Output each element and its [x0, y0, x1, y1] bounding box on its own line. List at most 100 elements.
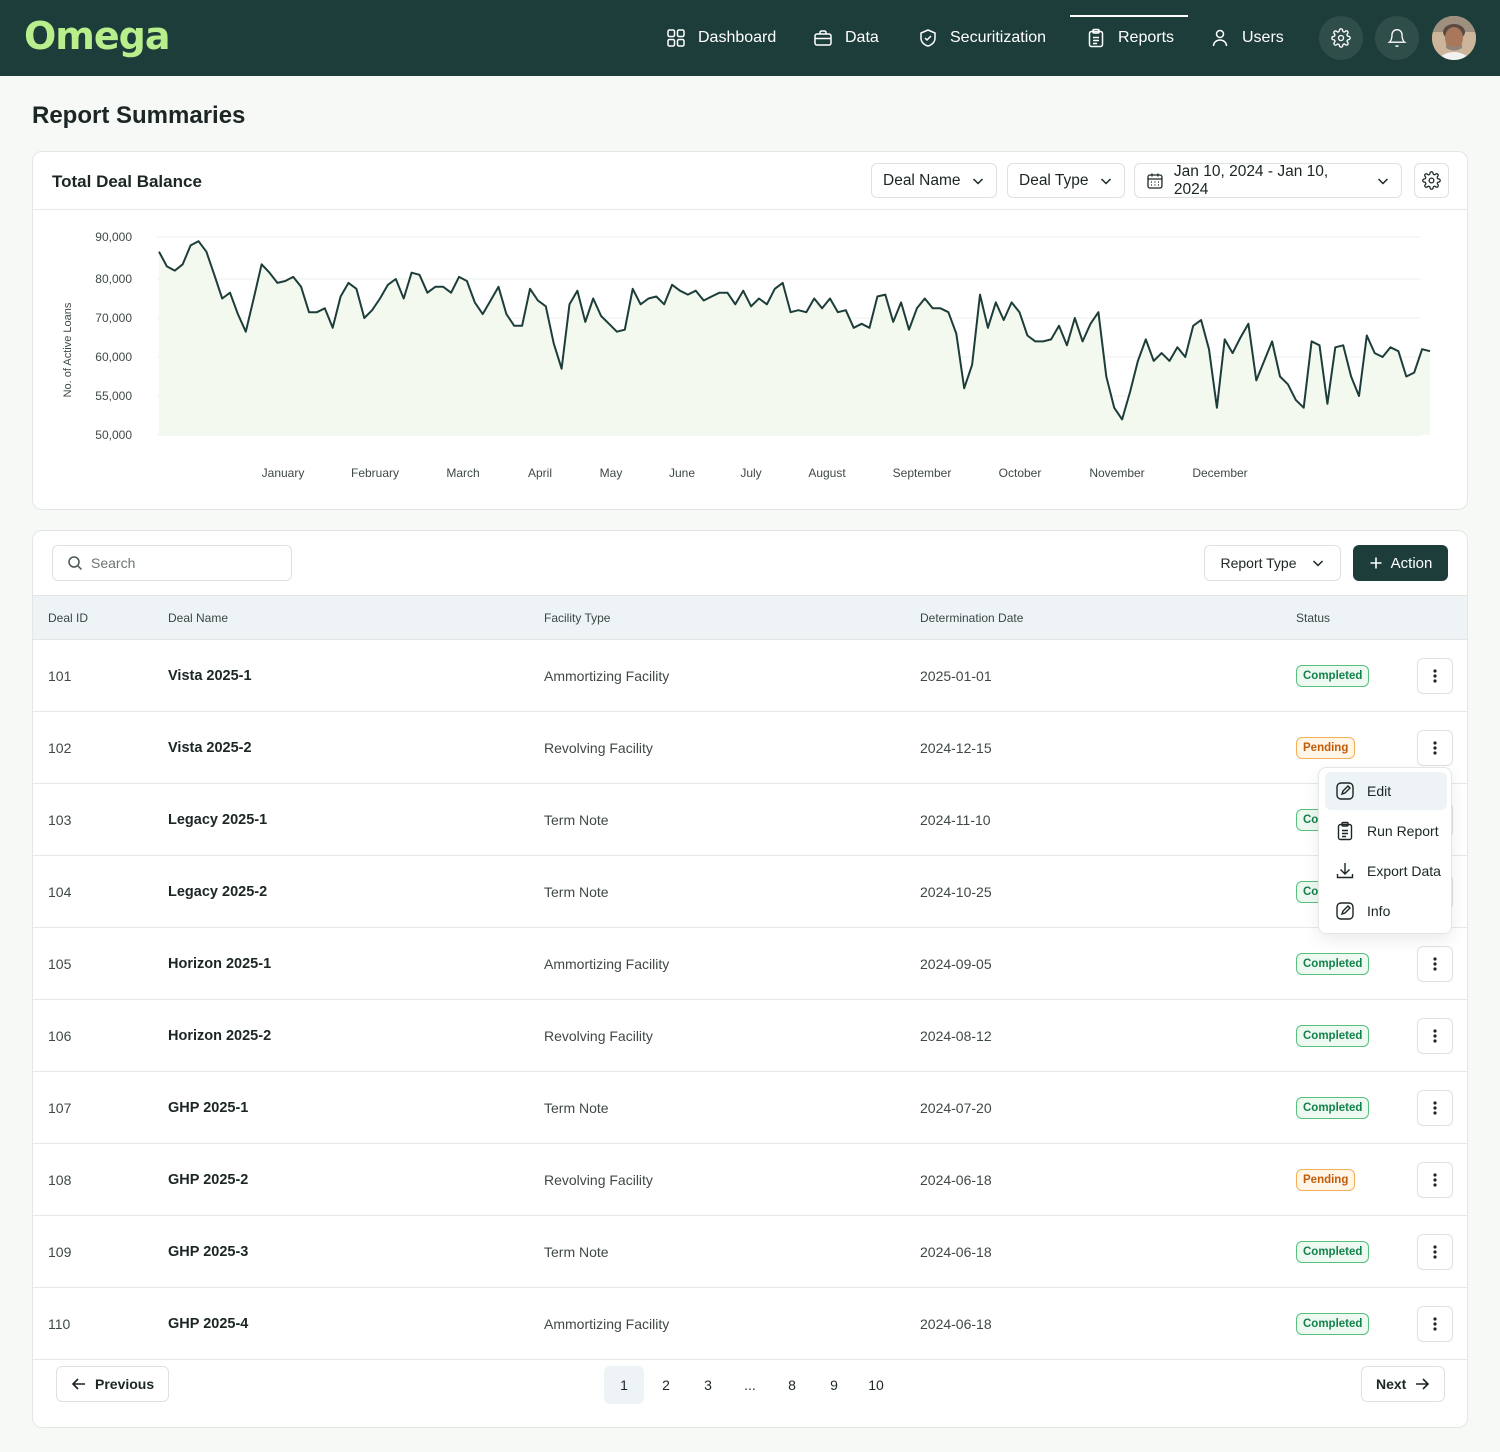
x-tick-label: May: [600, 466, 623, 480]
omega-logo[interactable]: Omega: [24, 14, 171, 58]
nav-data-label: Data: [845, 29, 879, 46]
table-row[interactable]: 105 Horizon 2025-1 Ammortizing Facility 202…: [33, 928, 1467, 1000]
column-header-determination-date[interactable]: Determination Date: [920, 611, 1023, 625]
deal-id-cell: 108: [48, 1172, 72, 1188]
settings-button[interactable]: [1319, 16, 1363, 60]
determination-date-cell: 2024-08-12: [920, 1028, 992, 1044]
facility-type-cell: Term Note: [544, 1244, 609, 1260]
deal-id-cell: 105: [48, 956, 72, 972]
facility-type-cell: Ammortizing Facility: [544, 1316, 670, 1332]
table-row[interactable]: 109 GHP 2025-3 Term Note 2024-06-18 Complete…: [33, 1216, 1467, 1288]
nav-reports[interactable]: Reports: [1069, 0, 1189, 76]
next-page-button[interactable]: Next: [1361, 1366, 1446, 1402]
chart-title: Total Deal Balance: [52, 172, 202, 191]
chart-settings-button[interactable]: [1414, 163, 1449, 198]
deal-id-cell: 109: [48, 1244, 72, 1260]
x-tick-label: August: [808, 466, 846, 480]
row-actions-button[interactable]: [1417, 1306, 1453, 1342]
table-row[interactable]: 103Legacy 2025-1Term Note2024-11-10Compl…: [33, 784, 1467, 856]
determination-date-cell: 2024-06-18: [920, 1172, 992, 1188]
row-actions-button[interactable]: [1417, 1234, 1453, 1270]
y-tick-label: 60,000: [95, 350, 132, 364]
determination-date-cell: 2024-11-10: [920, 812, 991, 828]
page-number-button[interactable]: 2: [646, 1366, 686, 1404]
table-row[interactable]: 106 Horizon 2025-2 Revolving Facility 2024-…: [33, 1000, 1467, 1072]
chevron-down-icon: [972, 177, 983, 185]
search-input[interactable]: [91, 555, 271, 571]
facility-type-cell: Term Note: [544, 812, 609, 828]
menu-item-info-label: Info: [1367, 903, 1391, 919]
previous-page-button[interactable]: Previous: [56, 1366, 170, 1402]
column-header-deal-id[interactable]: Deal ID: [48, 611, 88, 625]
nav-users[interactable]: Users: [1210, 0, 1284, 76]
row-actions-button[interactable]: [1417, 1162, 1453, 1198]
more-vertical-icon: [1433, 669, 1437, 683]
chevron-down-icon: [1100, 177, 1111, 185]
deal-name-cell: Vista 2025-2: [168, 740, 252, 756]
x-tick-label: December: [1192, 466, 1247, 480]
menu-item-export-data[interactable]: Export Data: [1325, 852, 1447, 890]
date-range-picker[interactable]: Jan 10, 2024 - Jan 10, 2024: [1134, 163, 1402, 198]
more-vertical-icon: [1433, 1173, 1437, 1187]
nav-data[interactable]: Data: [813, 0, 879, 76]
row-actions-menu: Edit Run Report Export Data Info: [1318, 767, 1452, 934]
table-row[interactable]: 101 Vista 2025-1 Ammortizing Facility 2025-…: [33, 640, 1467, 712]
determination-date-cell: 2024-12-15: [920, 740, 992, 756]
previous-label: Previous: [95, 1376, 155, 1392]
column-header-deal-name[interactable]: Deal Name: [168, 611, 228, 625]
page-number-button[interactable]: 8: [772, 1366, 812, 1404]
menu-item-info[interactable]: Info: [1325, 892, 1447, 930]
x-tick-label: March: [446, 466, 479, 480]
page-number-button[interactable]: 10: [856, 1366, 896, 1404]
user-avatar[interactable]: [1432, 16, 1476, 60]
row-actions-button[interactable]: [1417, 658, 1453, 694]
deal-name-cell: Legacy 2025-2: [168, 884, 268, 900]
deal-id-cell: 103: [48, 812, 72, 828]
table-row[interactable]: 110 GHP 2025-4 Ammortizing Facility 2024-06…: [33, 1288, 1467, 1360]
column-header-status[interactable]: Status: [1296, 611, 1330, 625]
deal-id-cell: 101: [48, 668, 72, 684]
clipboard-icon: [1088, 28, 1104, 48]
notifications-button[interactable]: [1375, 16, 1419, 60]
deal-name-cell: Horizon 2025-1: [168, 956, 272, 972]
row-actions-button[interactable]: [1417, 1018, 1453, 1054]
column-header-facility-type[interactable]: Facility Type: [544, 611, 610, 625]
status-badge: Completed: [1296, 1313, 1370, 1335]
add-action-button[interactable]: Action: [1353, 545, 1448, 581]
row-actions-button[interactable]: [1417, 946, 1453, 982]
calendar-icon: [1147, 173, 1163, 189]
search-box[interactable]: [52, 545, 292, 581]
deal-name-dropdown[interactable]: Deal Name: [871, 163, 997, 198]
nav-securitization[interactable]: Securitization: [918, 0, 1046, 76]
table-row[interactable]: 102 Vista 2025-2 Revolving Facility 2024-12…: [33, 712, 1467, 784]
y-axis-label: No. of Active Loans: [62, 302, 74, 397]
x-tick-label: January: [262, 466, 305, 480]
clipboard-icon: [1337, 821, 1353, 841]
determination-date-cell: 2024-06-18: [920, 1316, 992, 1332]
status-badge: Pending: [1296, 737, 1356, 759]
status-badge: Pending: [1296, 1169, 1356, 1191]
page-number-button[interactable]: 1: [604, 1366, 644, 1404]
briefcase-icon: [814, 30, 832, 46]
page-number-button[interactable]: 3: [688, 1366, 728, 1404]
row-actions-button[interactable]: [1417, 730, 1453, 766]
download-icon: [1336, 863, 1354, 879]
table-row[interactable]: 107 GHP 2025-1 Term Note 2024-07-20 Complete…: [33, 1072, 1467, 1144]
table-row[interactable]: 104Legacy 2025-2Term Note2024-10-25Compl…: [33, 856, 1467, 928]
menu-item-run-report[interactable]: Run Report: [1325, 812, 1447, 850]
page-number-button[interactable]: 9: [814, 1366, 854, 1404]
row-actions-button[interactable]: [1417, 1090, 1453, 1126]
menu-item-edit[interactable]: Edit: [1325, 772, 1447, 810]
deal-type-dropdown[interactable]: Deal Type: [1007, 163, 1125, 198]
status-badge: Completed: [1296, 665, 1370, 687]
deal-id-cell: 107: [48, 1100, 72, 1116]
nav-dashboard-label: Dashboard: [698, 29, 777, 46]
table-row[interactable]: 108 GHP 2025-2 Revolving Facility 2024-06-1…: [33, 1144, 1467, 1216]
arrow-right-icon: [1416, 1378, 1430, 1390]
x-tick-label: November: [1089, 466, 1144, 480]
nav-dashboard[interactable]: Dashboard: [666, 0, 776, 76]
x-tick-label: February: [351, 466, 399, 480]
arrow-left-icon: [71, 1378, 85, 1390]
more-vertical-icon: [1433, 741, 1437, 755]
report-type-dropdown[interactable]: Report Type: [1204, 545, 1341, 581]
